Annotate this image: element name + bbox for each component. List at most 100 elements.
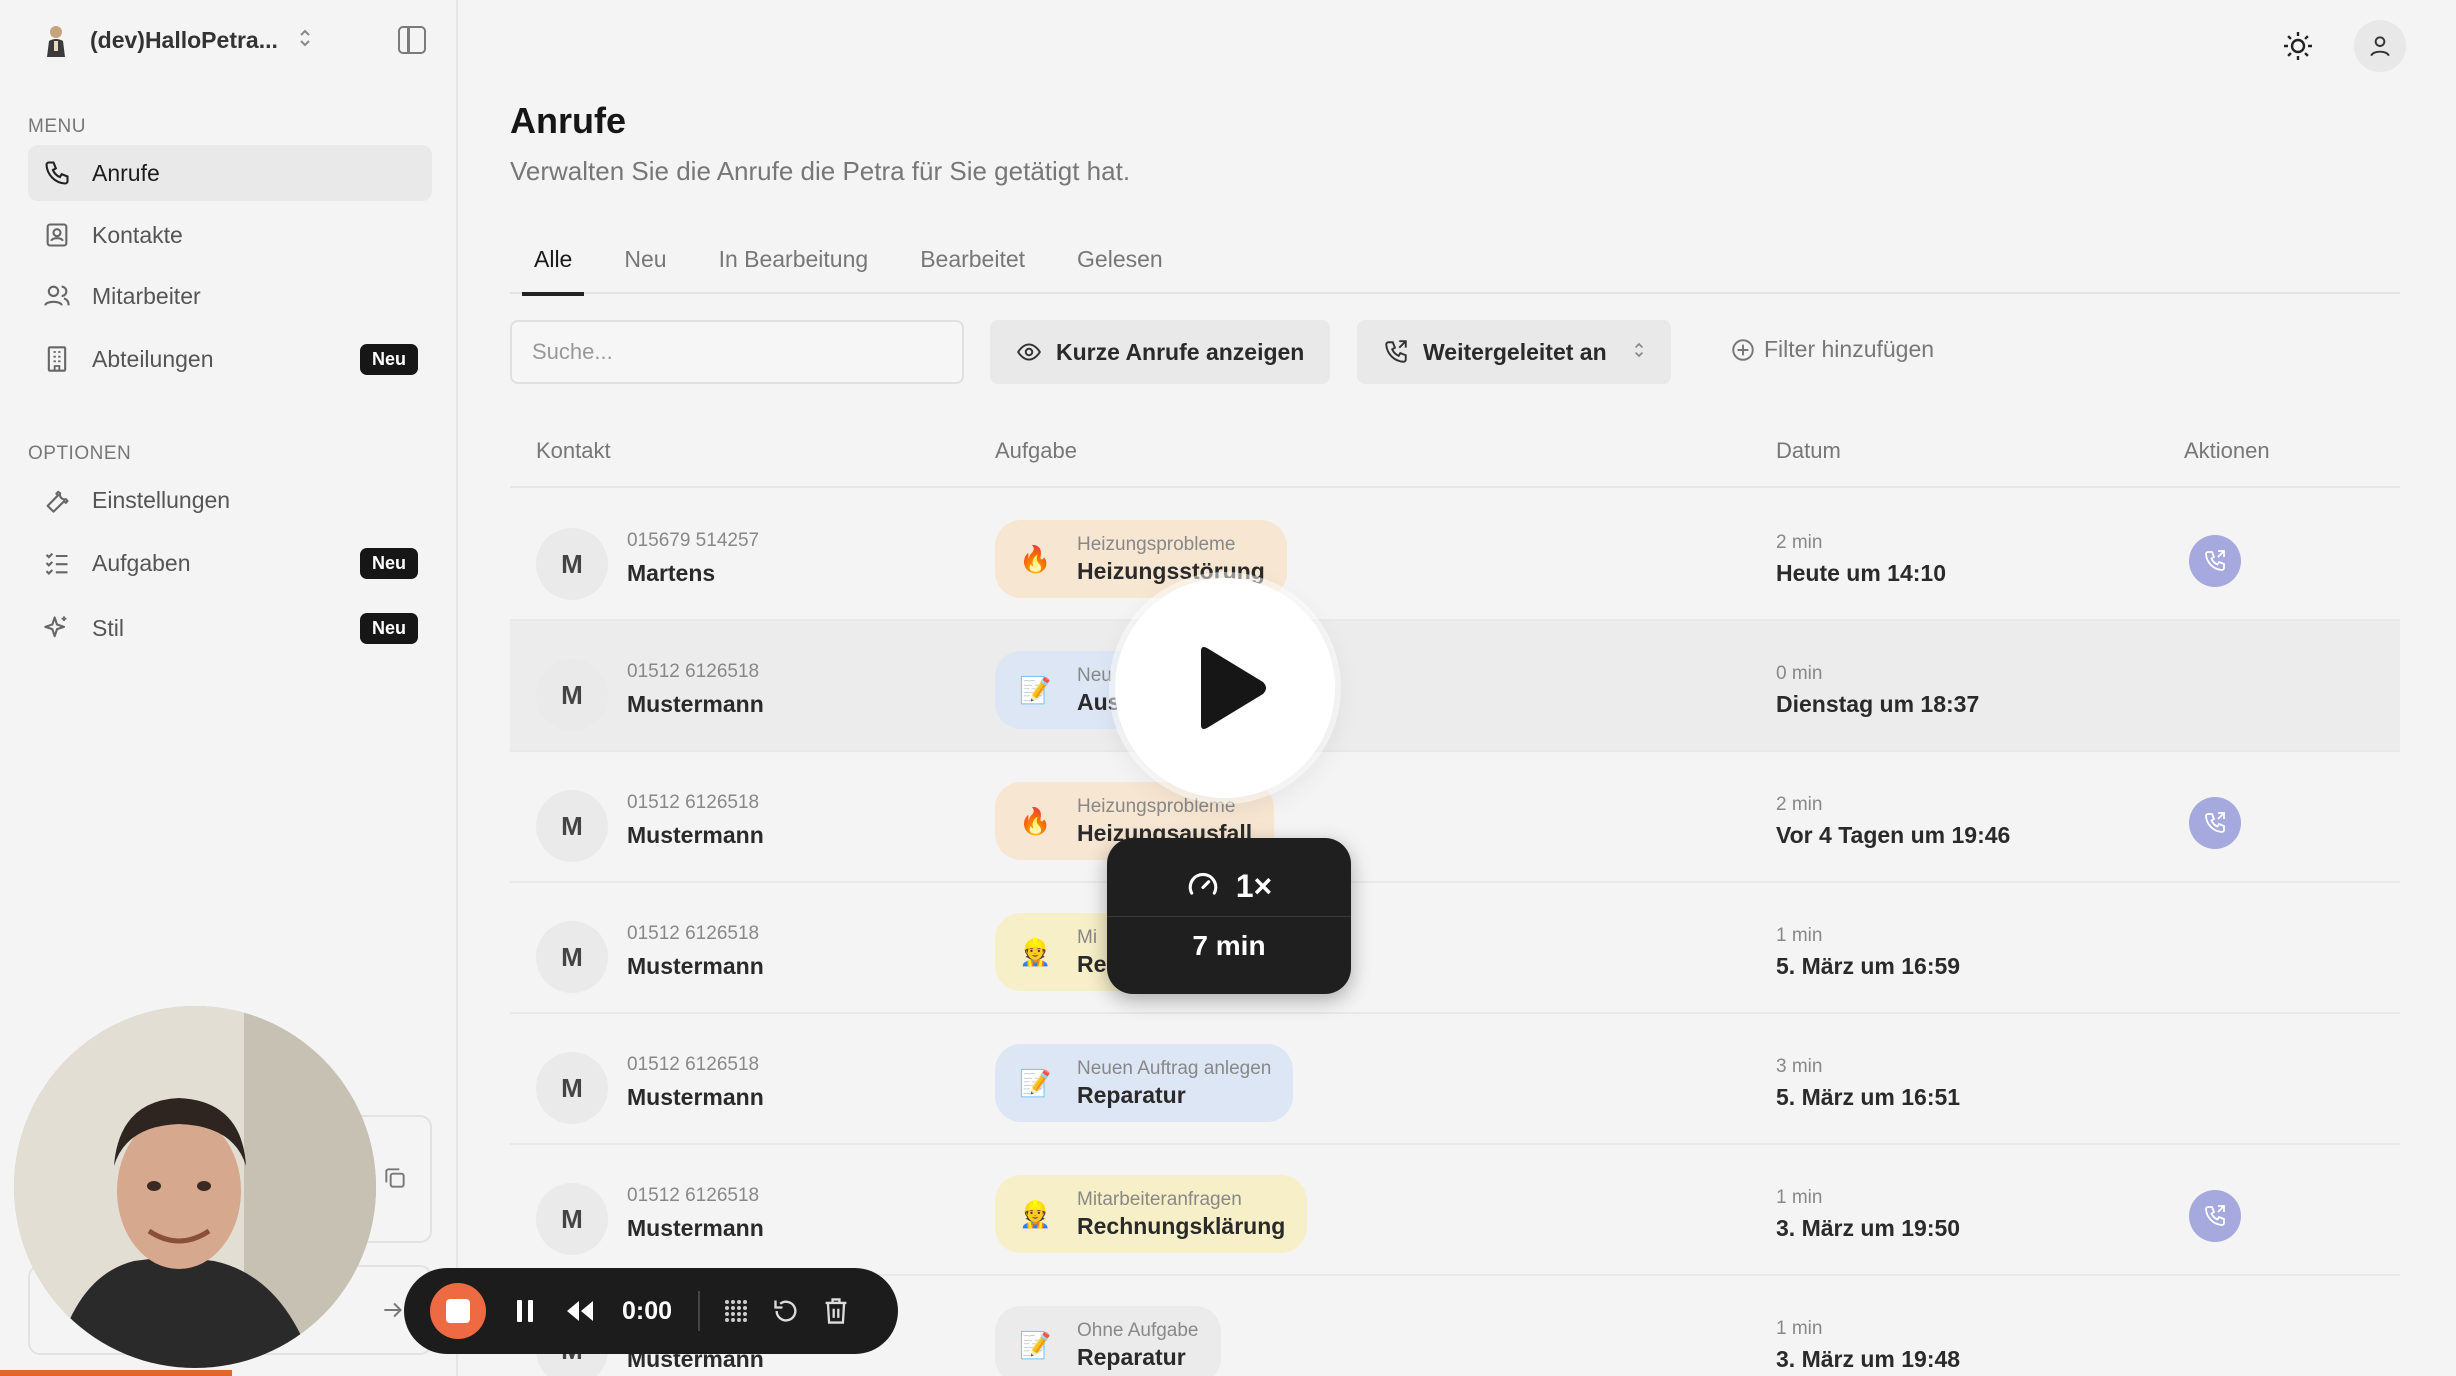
sparkles-icon: [42, 613, 72, 643]
call-date: Dienstag um 18:37: [1776, 691, 1980, 717]
topbar-actions: [2272, 20, 2406, 72]
trash-icon[interactable]: [822, 1296, 850, 1326]
contact-phone: 01512 6126518: [627, 661, 760, 682]
sidebar-item-label: Abteilungen: [92, 345, 214, 372]
tab-in-bearbeitung[interactable]: In Bearbeitung: [719, 232, 869, 294]
theme-toggle-sun-icon[interactable]: [2272, 20, 2324, 72]
arrow-right-icon: [380, 1297, 406, 1328]
phone-forward-icon: [1383, 339, 1409, 365]
tab-gelesen[interactable]: Gelesen: [1077, 232, 1163, 294]
rewind-icon[interactable]: [564, 1298, 596, 1324]
contact-name: Mustermann: [627, 691, 764, 717]
restart-icon[interactable]: [772, 1297, 800, 1325]
new-badge: Neu: [359, 344, 418, 375]
contact-phone: 01512 6126518: [627, 1054, 760, 1075]
forwarded-select[interactable]: Weitergeleitet an: [1357, 320, 1671, 384]
contact-phone: 01512 6126518: [627, 923, 760, 944]
users-icon: [42, 281, 72, 311]
sidebar-item-kontakte[interactable]: Kontakte: [28, 207, 432, 263]
user-profile-icon[interactable]: [2354, 20, 2406, 72]
video-play-button[interactable]: [1115, 578, 1335, 798]
table-row[interactable]: M 01512 6126518 Mustermann 📝 Neu Aus 0 mi…: [510, 621, 2400, 752]
sidebar-item-mitarbeiter[interactable]: Mitarbeiter: [28, 268, 432, 324]
worker-icon: 👷: [1019, 1198, 1052, 1229]
sidebar-item-aufgaben[interactable]: Aufgaben Neu: [28, 535, 432, 591]
workspace-switcher[interactable]: (dev)HalloPetra...: [36, 20, 426, 60]
webcam-bubble[interactable]: [14, 1006, 376, 1368]
options-section-label: OPTIONEN: [28, 443, 132, 464]
video-duration: 7 min: [1192, 930, 1266, 961]
task-chip[interactable]: 👷 Mitarbeiteranfragen Rechnungsklärung: [995, 1175, 1308, 1253]
stop-recording-button[interactable]: [430, 1283, 486, 1339]
eye-icon: [1016, 339, 1042, 365]
task-category: Neuen Auftrag anlegen: [1077, 1057, 1272, 1079]
sidebar-item-abteilungen[interactable]: Abteilungen Neu: [28, 331, 432, 387]
call-date: Heute um 14:10: [1776, 560, 1947, 586]
avatar: M: [536, 528, 608, 600]
forward-call-button[interactable]: [2189, 1190, 2241, 1242]
contact-phone: 015679 514257: [627, 530, 760, 551]
tab-alle[interactable]: Alle: [521, 232, 585, 296]
call-duration: 2 min: [1776, 532, 1823, 553]
tab-bearbeitet[interactable]: Bearbeitet: [920, 232, 1025, 294]
table-header: Kontakt Aufgabe Datum Aktionen: [510, 420, 2400, 488]
play-icon: [1201, 647, 1266, 729]
forward-call-button[interactable]: [2189, 535, 2241, 587]
contact-phone: 01512 6126518: [627, 792, 760, 813]
fire-icon: 🔥: [1019, 805, 1052, 836]
forwarded-label: Weitergeleitet an: [1423, 338, 1607, 365]
contact-name: Mustermann: [627, 1084, 764, 1110]
grid-dots-icon[interactable]: [722, 1297, 750, 1325]
table-row[interactable]: M 01512 6126518 Mustermann 👷 Mitarbeiter…: [510, 1145, 2400, 1276]
status-tabs: Alle Neu In Bearbeitung Bearbeitet Geles…: [510, 232, 2400, 296]
copy-icon[interactable]: [382, 1165, 408, 1196]
add-filter-label: Filter hinzufügen: [1764, 336, 1935, 362]
task-category: Ohne Aufgabe: [1077, 1319, 1199, 1341]
menu-section-label: MENU: [28, 116, 86, 137]
call-date: 3. März um 19:50: [1776, 1215, 1961, 1241]
sidebar-item-einstellungen[interactable]: Einstellungen: [28, 472, 432, 528]
column-actions: Aktionen: [2184, 438, 2270, 463]
petra-avatar-icon: [36, 20, 76, 60]
tab-neu[interactable]: Neu: [624, 232, 666, 294]
video-progress-bar: [0, 1370, 232, 1376]
fire-icon: 🔥: [1019, 543, 1052, 574]
avatar: M: [536, 790, 608, 862]
table-row[interactable]: M 01512 6126518 Mustermann 🔥 Heizungspro…: [510, 752, 2400, 883]
task-chip[interactable]: 📝 Neuen Auftrag anlegen Reparatur: [995, 1044, 1294, 1122]
sidebar-item-anrufe[interactable]: Anrufe: [28, 145, 432, 201]
playback-info-panel[interactable]: 1× 7 min: [1107, 838, 1351, 994]
sidebar-item-label: Stil: [92, 614, 124, 641]
sidebar-item-label: Kontakte: [92, 221, 183, 248]
avatar: M: [536, 659, 608, 731]
sidebar-item-stil[interactable]: Stil Neu: [28, 600, 432, 656]
table-row[interactable]: M 015679 514257 Martens 🔥 Heizungsproble…: [510, 490, 2400, 621]
search-input[interactable]: [510, 320, 964, 384]
task-category: Heizungsprobleme: [1077, 533, 1236, 555]
phone-icon: [42, 158, 72, 188]
playback-speed[interactable]: 1×: [1236, 868, 1272, 905]
memo-icon: 📝: [1019, 1329, 1052, 1360]
call-duration: 1 min: [1776, 1318, 1823, 1339]
chevron-updown-icon: [298, 27, 312, 54]
building-icon: [42, 344, 72, 374]
column-task: Aufgabe: [995, 438, 1077, 463]
short-calls-button[interactable]: Kurze Anrufe anzeigen: [990, 320, 1331, 384]
new-badge: Neu: [359, 548, 418, 579]
new-badge: Neu: [359, 613, 418, 644]
call-duration: 1 min: [1776, 1187, 1823, 1208]
table-row[interactable]: M 01512 6126518 Mustermann 👷 Mi Re 1 min …: [510, 883, 2400, 1014]
pause-icon[interactable]: [514, 1298, 536, 1324]
sidebar-collapse-icon[interactable]: [398, 26, 426, 54]
sidebar-item-label: Aufgaben: [92, 549, 191, 576]
forward-call-button[interactable]: [2189, 797, 2241, 849]
task-title: Reparatur: [1077, 1081, 1186, 1108]
sidebar-item-label: Mitarbeiter: [92, 282, 201, 309]
main-content: Anrufe Verwalten Sie die Anrufe die Petr…: [460, 0, 2456, 1376]
contact-name: Martens: [627, 560, 716, 586]
task-chip[interactable]: 📝 Ohne Aufgabe Reparatur: [995, 1306, 1221, 1376]
table-row[interactable]: M 01512 6126518 Mustermann 📝 Neuen Auftr…: [510, 1014, 2400, 1145]
add-filter-button[interactable]: Filter hinzufügen: [1730, 336, 1934, 363]
phone-forward-icon: [2205, 812, 2225, 833]
phone-forward-icon: [2205, 1205, 2225, 1226]
